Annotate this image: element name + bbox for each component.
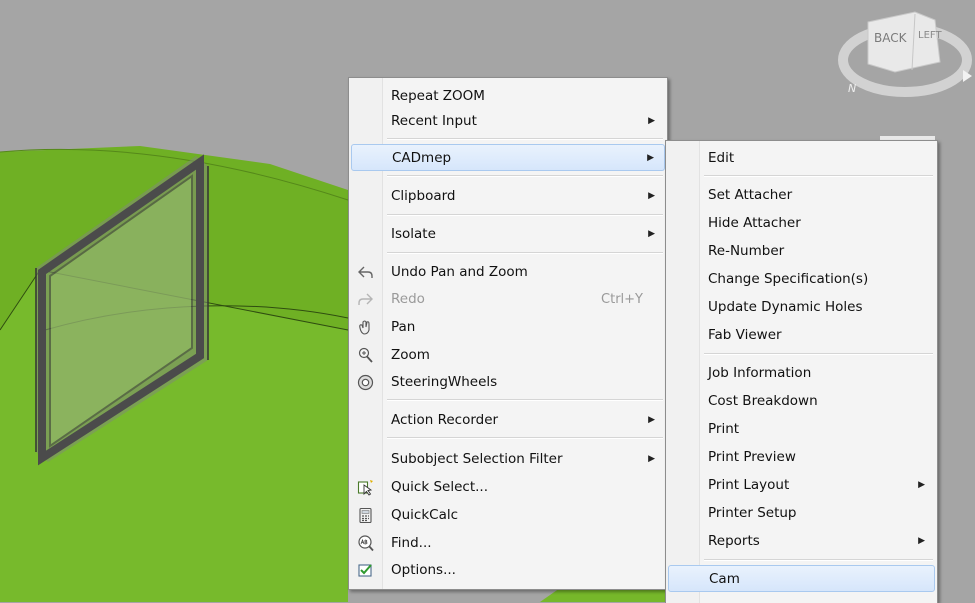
submenu-item-re-number[interactable]: Re-Number [668, 238, 935, 265]
submenu-item-label: Reports [708, 533, 760, 549]
submenu-item-label: Print [708, 421, 740, 437]
submenu-item-printer-setup[interactable]: Printer Setup [668, 500, 935, 527]
submenu-arrow-icon: ▶ [648, 116, 655, 126]
menu-item-undo-pan-zoom[interactable]: Undo Pan and Zoom [351, 259, 665, 286]
menu-separator [704, 353, 933, 355]
menu-item-redo[interactable]: Redo Ctrl+Y [351, 286, 665, 313]
submenu-item-print[interactable]: Print [668, 416, 935, 443]
submenu-arrow-icon: ▶ [648, 229, 655, 239]
submenu-item-fab-viewer[interactable]: Fab Viewer [668, 322, 935, 349]
submenu-item-job-information[interactable]: Job Information [668, 360, 935, 387]
submenu-item-update-dynamic-holes[interactable]: Update Dynamic Holes [668, 294, 935, 321]
submenu-item-label: Print Preview [708, 449, 796, 465]
menu-item-recent-input[interactable]: Recent Input ▶ [351, 108, 665, 135]
menu-item-quick-select[interactable]: Quick Select... [351, 474, 665, 501]
submenu-item-label: Job Information [708, 365, 812, 381]
submenu-item-label: Cost Breakdown [708, 393, 818, 409]
undo-icon [358, 266, 373, 278]
submenu-item-label: Fab Viewer [708, 327, 782, 343]
submenu-item-set-attacher[interactable]: Set Attacher [668, 182, 935, 209]
submenu-item-label: Change Specification(s) [708, 271, 869, 287]
menu-item-label: Recent Input [391, 113, 477, 129]
calculator-icon [359, 507, 372, 524]
menu-item-label: Clipboard [391, 188, 456, 204]
submenu-item-label: Cam [709, 571, 740, 587]
menu-separator [704, 175, 933, 177]
menu-item-label: Redo [391, 291, 425, 307]
menu-separator [387, 252, 663, 254]
quick-select-icon [357, 480, 373, 496]
menu-item-label: Pan [391, 319, 416, 335]
submenu-arrow-icon: ▶ [648, 191, 655, 201]
context-menu: Repeat ZOOM Recent Input ▶ CADmep ▶ Clipbo… [348, 77, 668, 590]
submenu-arrow-icon: ▶ [648, 415, 655, 425]
submenu-item-label: Hide Attacher [708, 215, 801, 231]
menu-item-label: Zoom [391, 347, 430, 363]
zoom-magnifier-icon [358, 347, 373, 363]
menu-item-label: Isolate [391, 226, 436, 242]
menu-item-label: Options... [391, 562, 456, 578]
submenu-item-reports[interactable]: Reports ▶ [668, 528, 935, 555]
menu-separator [704, 559, 933, 561]
submenu-item-hide-attacher[interactable]: Hide Attacher [668, 210, 935, 237]
menu-item-find[interactable]: Find... [351, 530, 665, 557]
cadmep-submenu: Edit Set Attacher Hide Attacher Re-Numbe… [665, 140, 938, 603]
menu-item-cadmep[interactable]: CADmep ▶ [351, 144, 665, 171]
menu-item-shortcut: Ctrl+Y [601, 292, 643, 307]
menu-item-clipboard[interactable]: Clipboard ▶ [351, 183, 665, 210]
submenu-item-change-specifications[interactable]: Change Specification(s) [668, 266, 935, 293]
menu-separator [387, 138, 663, 140]
submenu-arrow-icon: ▶ [918, 536, 925, 546]
submenu-item-cost-breakdown[interactable]: Cost Breakdown [668, 388, 935, 415]
menu-separator [387, 214, 663, 216]
submenu-item-print-layout[interactable]: Print Layout ▶ [668, 472, 935, 499]
submenu-item-edit[interactable]: Edit [668, 145, 935, 172]
pan-hand-icon [359, 320, 370, 335]
submenu-arrow-icon: ▶ [647, 153, 654, 163]
menu-separator [387, 399, 663, 401]
find-abc-icon [358, 535, 374, 552]
menu-item-steeringwheels[interactable]: SteeringWheels [351, 369, 665, 396]
submenu-item-label: Re-Number [708, 243, 785, 259]
viewcube-back-label: BACK [874, 31, 908, 45]
steering-wheel-icon [357, 374, 374, 391]
menu-item-label: Subobject Selection Filter [391, 451, 563, 467]
viewcube-compass-n: N [848, 82, 856, 95]
menu-separator [387, 175, 663, 177]
menu-item-action-recorder[interactable]: Action Recorder ▶ [351, 407, 665, 434]
menu-separator [387, 437, 663, 439]
menu-item-options[interactable]: Options... [351, 557, 665, 584]
submenu-arrow-icon: ▶ [648, 454, 655, 464]
menu-item-zoom[interactable]: Zoom [351, 342, 665, 369]
submenu-item-print-preview[interactable]: Print Preview [668, 444, 935, 471]
menu-item-label: Repeat ZOOM [391, 88, 485, 104]
viewcube-left-label: LEFT [918, 30, 942, 41]
menu-item-pan[interactable]: Pan [351, 314, 665, 341]
menu-item-label: SteeringWheels [391, 374, 498, 390]
menu-item-label: Undo Pan and Zoom [391, 264, 528, 280]
submenu-item-cam[interactable]: Cam [668, 565, 935, 592]
menu-item-label: Action Recorder [391, 412, 499, 428]
submenu-item-label: Printer Setup [708, 505, 797, 521]
submenu-item-label: Edit [708, 150, 735, 166]
menu-item-label: Quick Select... [391, 479, 488, 495]
options-checkbox-icon [358, 564, 372, 577]
submenu-arrow-icon: ▶ [918, 480, 925, 490]
menu-item-label: Find... [391, 535, 432, 551]
menu-item-isolate[interactable]: Isolate ▶ [351, 221, 665, 248]
menu-item-quickcalc[interactable]: QuickCalc [351, 502, 665, 529]
submenu-item-label: Set Attacher [708, 187, 793, 203]
redo-icon [358, 293, 373, 305]
menu-item-repeat-zoom[interactable]: Repeat ZOOM [351, 83, 665, 110]
menu-item-subobject-selection-filter[interactable]: Subobject Selection Filter ▶ [351, 446, 665, 473]
menu-item-label: CADmep [392, 150, 452, 166]
submenu-item-label: Print Layout [708, 477, 790, 493]
menu-item-label: QuickCalc [391, 507, 459, 523]
submenu-item-label: Update Dynamic Holes [708, 299, 863, 315]
